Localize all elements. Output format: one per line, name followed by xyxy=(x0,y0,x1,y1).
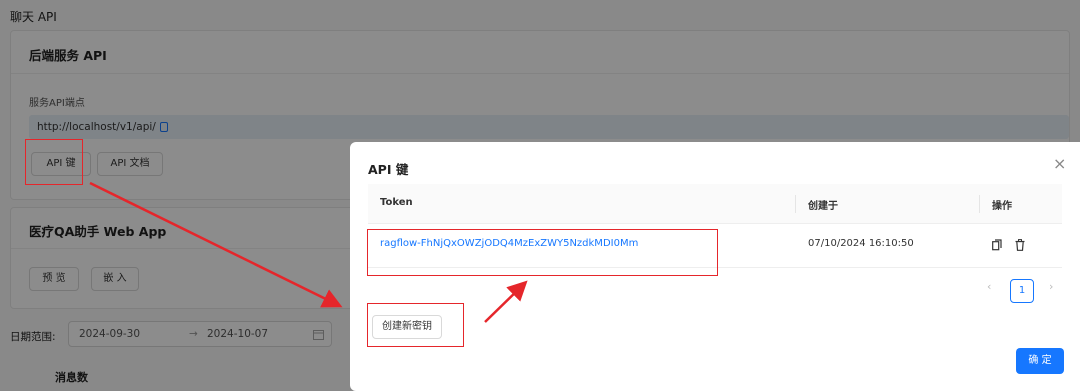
watermark: 知乎 @大模型入门学习 xyxy=(730,334,989,362)
arrow-to-modal xyxy=(89,181,343,308)
arrow-to-token xyxy=(484,280,528,323)
